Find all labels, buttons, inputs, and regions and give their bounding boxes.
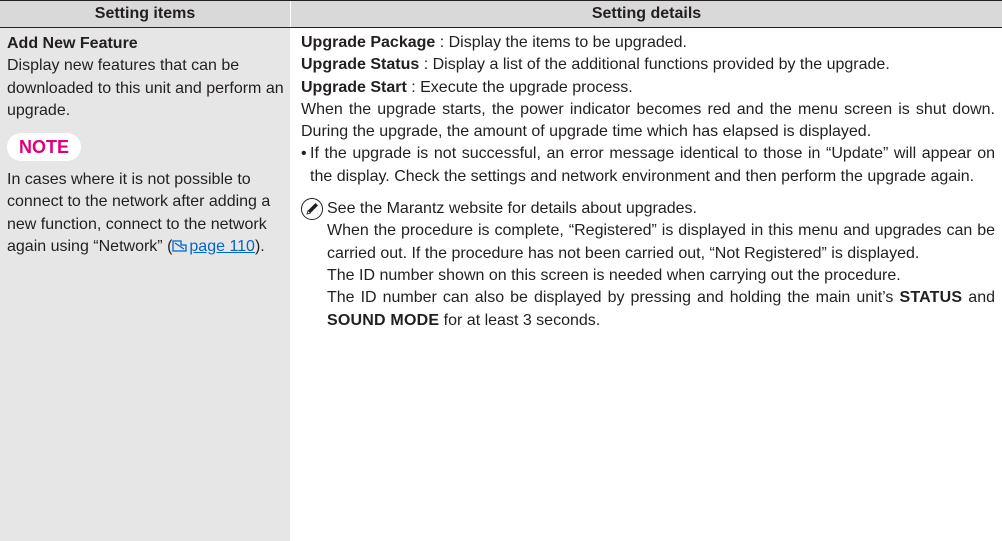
note-text-after: ). (254, 238, 265, 256)
status-key: STATUS (899, 289, 963, 307)
tip-line-status-after: for at least 3 seconds. (439, 311, 601, 329)
upgrade-info-text: When the upgrade starts, the power indic… (301, 100, 995, 141)
tip-line-registered: When the procedure is complete, “Registe… (327, 222, 995, 262)
tip-and: and (962, 289, 996, 307)
upgrade-package-row: Upgrade Package : Display the items to b… (301, 32, 995, 54)
bullet-text: If the upgrade is not successful, an err… (310, 145, 995, 185)
feature-description: Display new features that can be downloa… (7, 57, 284, 119)
header-setting-items: Setting items (94, 5, 196, 22)
upgrade-status-row: Upgrade Status : Display a list of the a… (301, 54, 995, 76)
tip-block: See the Marantz website for details abou… (301, 198, 995, 332)
note-text: In cases where it is not possible to con… (7, 169, 285, 258)
note-badge: NOTE (7, 133, 82, 162)
upgrade-start-label: Upgrade Start (301, 78, 407, 96)
setting-items-column: Add New Feature Display new features tha… (0, 28, 290, 541)
pencil-icon (301, 198, 323, 221)
bullet-mark: • (301, 145, 307, 163)
tip-line-id-number: The ID number shown on this screen is ne… (327, 266, 901, 284)
page-110-link[interactable]: page 110 (189, 238, 255, 255)
upgrade-package-text: : Display the items to be upgraded. (435, 34, 687, 51)
upgrade-status-label: Upgrade Status (301, 56, 420, 74)
feature-title: Add New Feature (7, 35, 138, 52)
header-column-divider (290, 1, 291, 27)
settings-page: Setting items Setting details Add New Fe… (0, 0, 1002, 541)
upgrade-start-row: Upgrade Start : Execute the upgrade proc… (301, 77, 995, 99)
table-header: Setting items Setting details (0, 1, 1002, 28)
bullet-item: • If the upgrade is not successful, an e… (301, 143, 995, 188)
upgrade-start-text: : Execute the upgrade process. (406, 78, 633, 96)
upgrade-status-text: : Display a list of the additional funct… (419, 56, 890, 74)
tip-line-status: The ID number can also be displayed by p… (327, 287, 995, 332)
column-divider (290, 28, 291, 541)
header-setting-details: Setting details (591, 5, 702, 22)
tip-line-status-before: The ID number can also be displayed by p… (327, 289, 900, 307)
tip-line-website: See the Marantz website for details abou… (327, 200, 697, 218)
page-reference-icon (172, 238, 188, 252)
upgrade-package-label: Upgrade Package (301, 34, 436, 51)
setting-details-column: Upgrade Package : Display the items to b… (301, 28, 995, 332)
sound-mode-key: SOUND MODE (327, 311, 440, 329)
